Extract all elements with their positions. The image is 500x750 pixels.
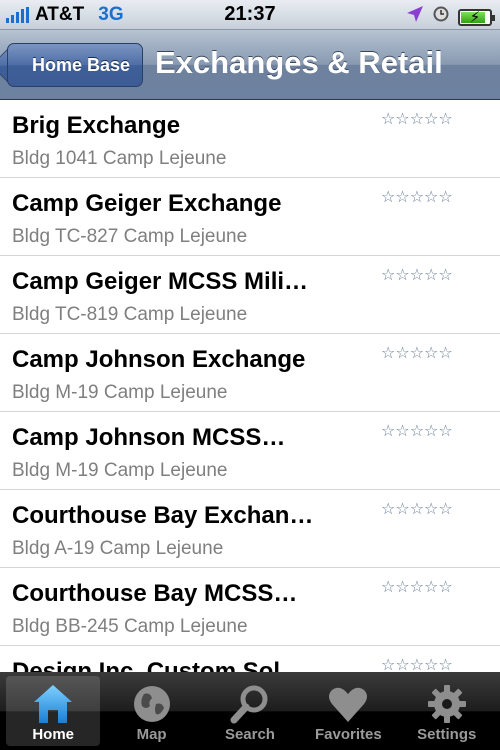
search-icon (228, 682, 272, 726)
tab-home[interactable]: Home (6, 676, 101, 746)
list-item-title: Courthouse Bay MCSS… (12, 580, 298, 607)
back-button[interactable]: Home Base (7, 43, 143, 87)
list-item-title: Courthouse Bay Exchan… (12, 502, 314, 529)
tab-favorites[interactable]: Favorites (301, 676, 395, 746)
list-item-title: Camp Geiger MCSS Mili… (12, 268, 309, 295)
gear-icon (425, 682, 469, 726)
navigation-bar: Home Base Exchanges & Retail (0, 30, 500, 100)
list-item-address: Bldg TC-827 Camp Lejeune (12, 226, 248, 247)
list-item-address: Bldg M-19 Camp Lejeune (12, 460, 228, 481)
list-item-address: Bldg A-19 Camp Lejeune (12, 538, 224, 559)
list-item-title: Brig Exchange (12, 112, 181, 139)
list-item-address: Bldg BB-245 Camp Lejeune (12, 616, 248, 637)
list-item[interactable]: Camp Johnson MCSS… Bldg M-19 Camp Lejeun… (0, 412, 500, 490)
store-list: Brig Exchange Bldg 1041 Camp Lejeune ☆☆☆… (0, 100, 500, 672)
tab-map[interactable]: Map (105, 676, 199, 746)
tab-label: Search (224, 726, 275, 743)
globe-icon (130, 682, 174, 726)
rating-stars-icon: ☆☆☆☆☆ (381, 657, 453, 673)
rating-stars-icon: ☆☆☆☆☆ (381, 501, 453, 518)
list-item-address: Bldg 1041 Camp Lejeune (12, 148, 227, 169)
list-item[interactable]: Brig Exchange Bldg 1041 Camp Lejeune ☆☆☆… (0, 100, 500, 178)
rating-stars-icon: ☆☆☆☆☆ (381, 579, 453, 596)
list-item[interactable]: Design Inc. Custom Sol… ☆☆☆☆☆ (0, 646, 500, 672)
list-item[interactable]: Camp Geiger Exchange Bldg TC-827 Camp Le… (0, 178, 500, 256)
signal-strength-icon (6, 6, 29, 23)
list-item-title: Camp Johnson Exchange (12, 346, 306, 373)
tab-label: Settings (417, 726, 477, 743)
carrier-name: AT&T (35, 3, 85, 25)
tab-label: Home (32, 726, 75, 743)
list-item-address: Bldg M-19 Camp Lejeune (12, 382, 228, 403)
rating-stars-icon: ☆☆☆☆☆ (381, 111, 453, 128)
alarm-clock-icon (432, 5, 450, 29)
page-title: Exchanges & Retail (155, 45, 443, 80)
list-item[interactable]: Courthouse Bay MCSS… Bldg BB-245 Camp Le… (0, 568, 500, 646)
rating-stars-icon: ☆☆☆☆☆ (381, 267, 453, 284)
tab-label: Favorites (315, 726, 382, 743)
list-item[interactable]: Camp Geiger MCSS Mili… Bldg TC-819 Camp … (0, 256, 500, 334)
tab-search[interactable]: Search (203, 676, 297, 746)
home-icon (31, 682, 75, 726)
tab-label: Map (136, 726, 167, 743)
tab-bar: Home Map Search Favorites Settings (0, 672, 500, 750)
rating-stars-icon: ☆☆☆☆☆ (381, 189, 453, 206)
heart-icon (326, 682, 370, 726)
network-type: 3G (98, 3, 124, 25)
status-bar: AT&T 3G 21:37 ⚡ (0, 0, 500, 30)
list-item-title: Camp Johnson MCSS… (12, 424, 286, 451)
list-item-address: Bldg TC-819 Camp Lejeune (12, 304, 248, 325)
list-item-title: Design Inc. Custom Sol… (12, 658, 305, 672)
list-item-title: Camp Geiger Exchange (12, 190, 282, 217)
battery-icon: ⚡ (458, 8, 495, 26)
list-item[interactable]: Camp Johnson Exchange Bldg M-19 Camp Lej… (0, 334, 500, 412)
rating-stars-icon: ☆☆☆☆☆ (381, 423, 453, 440)
back-button-label: Home Base (31, 54, 131, 75)
list-item[interactable]: Courthouse Bay Exchan… Bldg A-19 Camp Le… (0, 490, 500, 568)
location-arrow-icon (406, 5, 424, 29)
tab-settings[interactable]: Settings (400, 676, 494, 746)
rating-stars-icon: ☆☆☆☆☆ (381, 345, 453, 362)
